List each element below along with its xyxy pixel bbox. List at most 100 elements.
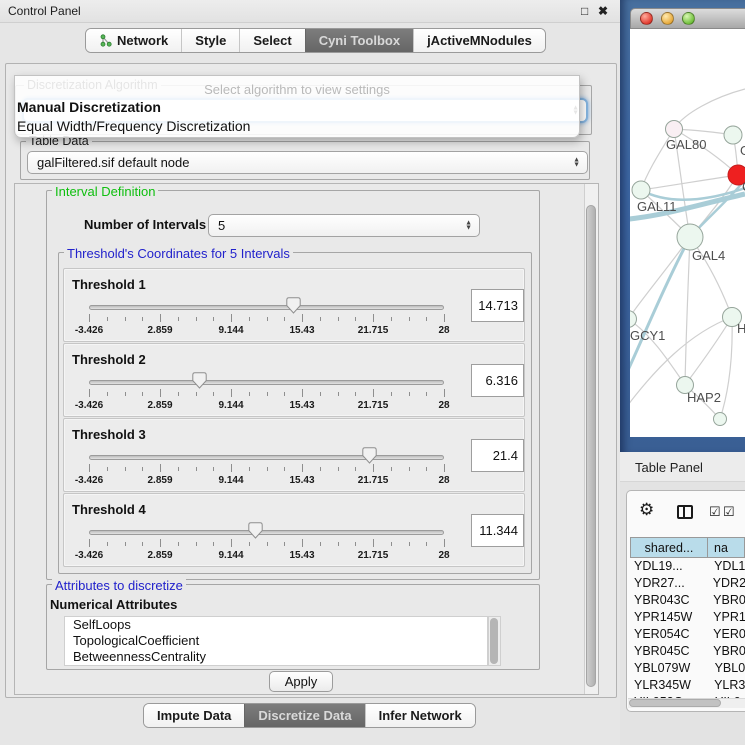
number-of-intervals-select[interactable]: 5 xyxy=(208,214,480,237)
control-panel-titlebar xyxy=(0,0,620,23)
threshold-value-field[interactable]: 14.713 xyxy=(471,289,524,322)
network-edge[interactable] xyxy=(641,175,738,190)
attribute-list-item[interactable]: BetweennessCentrality xyxy=(65,649,487,665)
table-row[interactable]: YPR145WYPR1 xyxy=(630,609,745,626)
table-hscrollbar-thumb[interactable] xyxy=(629,699,721,707)
window-maximize-icon[interactable] xyxy=(682,12,695,25)
table-row[interactable]: YBR043CYBR0 xyxy=(630,592,745,609)
network-edge[interactable] xyxy=(685,317,732,385)
attribute-list-item[interactable]: TopologicalCoefficient xyxy=(65,633,487,649)
slider-track[interactable] xyxy=(89,305,444,310)
table-data-select[interactable]: galFiltered.sif default node xyxy=(27,151,588,174)
node-label: GAL11 xyxy=(637,199,677,214)
tab-discretize-data[interactable]: Discretize Data xyxy=(244,704,364,727)
table-cell-name: YDL1 xyxy=(707,558,745,575)
tick-mark xyxy=(107,392,108,396)
slider-track[interactable] xyxy=(89,455,444,460)
network-node-gal80[interactable] xyxy=(666,121,683,138)
apply-button[interactable]: Apply xyxy=(269,671,333,692)
attribute-list-item[interactable]: SelfLoops xyxy=(65,617,487,633)
table-cell-shared-name: YBL079W xyxy=(630,660,708,677)
tick-mark xyxy=(196,317,197,321)
float-window-icon[interactable]: □ xyxy=(581,4,588,18)
network-edge[interactable] xyxy=(674,89,745,129)
window-minimize-icon[interactable] xyxy=(661,12,674,25)
split-panel-icon-divider xyxy=(683,505,685,519)
table-row[interactable]: YLR345WYLR3 xyxy=(630,677,745,694)
network-edge[interactable] xyxy=(630,237,690,383)
attributes-group-title: Attributes to discretize xyxy=(52,578,186,593)
select-columns-icon[interactable]: ☑ xyxy=(709,504,721,520)
tick-mark xyxy=(426,317,427,321)
slider-thumb[interactable] xyxy=(286,297,301,314)
tick-mark xyxy=(107,467,108,471)
scale-label: 2.859 xyxy=(147,475,172,486)
split-panel-icon[interactable] xyxy=(677,505,693,519)
table-row[interactable]: YBL079WYBL0 xyxy=(630,660,745,677)
tick-mark xyxy=(284,392,285,396)
algorithm-option-manual[interactable]: Manual Discretization xyxy=(17,99,579,116)
tick-mark xyxy=(373,539,374,547)
network-node-ga[interactable] xyxy=(724,126,742,144)
tick-mark xyxy=(89,464,90,472)
tab-impute-data[interactable]: Impute Data xyxy=(144,704,244,727)
tab-select[interactable]: Select xyxy=(239,29,304,52)
table-row[interactable]: YDL19...YDL1 xyxy=(630,558,745,575)
network-view-canvas[interactable]: GAL80GACGAL11GAL4GCY1HHAP2 xyxy=(630,29,745,437)
settings-scrollbar-thumb[interactable] xyxy=(586,205,596,687)
column-header-name[interactable]: na xyxy=(707,537,745,558)
tick-mark xyxy=(267,467,268,471)
network-icon xyxy=(99,34,112,47)
attributes-scrollbar-thumb[interactable] xyxy=(490,618,498,664)
gear-icon[interactable]: ⚙ xyxy=(639,500,654,520)
slider-thumb[interactable] xyxy=(362,447,377,464)
close-panel-icon[interactable]: ✖ xyxy=(598,4,608,18)
slider-track[interactable] xyxy=(89,530,444,535)
tick-mark xyxy=(444,539,445,547)
tick-mark xyxy=(302,539,303,547)
network-edge[interactable] xyxy=(630,237,690,319)
scale-label: -3.426 xyxy=(75,400,103,411)
tab-network[interactable]: Network xyxy=(86,29,181,52)
table-row[interactable]: YBR045CYBR0 xyxy=(630,643,745,660)
threshold-value-field[interactable]: 6.316 xyxy=(471,364,524,397)
network-edge[interactable] xyxy=(685,237,690,385)
tick-mark xyxy=(160,539,161,547)
table-row[interactable]: YDR27...YDR2 xyxy=(630,575,745,592)
slider-thumb[interactable] xyxy=(192,372,207,389)
network-node-gal11[interactable] xyxy=(632,181,650,199)
tab-style[interactable]: Style xyxy=(181,29,239,52)
control-panel-tabbar: NetworkStyleSelectCyni ToolboxjActiveMNo… xyxy=(85,28,546,53)
window-close-icon[interactable] xyxy=(640,12,653,25)
tick-mark xyxy=(231,539,232,547)
tick-mark xyxy=(302,314,303,322)
numerical-attributes-list[interactable]: SelfLoopsTopologicalCoefficientBetweenne… xyxy=(64,616,488,666)
slider-track[interactable] xyxy=(89,380,444,385)
scale-label: 15.43 xyxy=(289,475,314,486)
slider-thumb[interactable] xyxy=(248,522,263,539)
tick-mark xyxy=(213,392,214,396)
tab-jactivemnodules[interactable]: jActiveMNodules xyxy=(413,29,545,52)
select-all-icon[interactable]: ☑ xyxy=(723,504,735,520)
slider-thumb-glyph xyxy=(248,522,263,539)
tick-mark xyxy=(267,392,268,396)
table-cell-shared-name: YER054C xyxy=(630,626,706,643)
combo-stepper-icon xyxy=(573,157,580,168)
table-rows: YDL19...YDL1YDR27...YDR2YBR043CYBR0YPR14… xyxy=(630,558,745,698)
table-cell-shared-name: YPR145W xyxy=(630,609,706,626)
network-node[interactable] xyxy=(714,413,727,426)
algorithm-option-equal-width[interactable]: Equal Width/Frequency Discretization xyxy=(17,118,579,135)
column-header-shared-name[interactable]: shared... xyxy=(630,537,708,558)
table-row[interactable]: YER054CYER0 xyxy=(630,626,745,643)
threshold-value-field[interactable]: 11.344 xyxy=(471,514,524,547)
table-data-select-value: galFiltered.sif default node xyxy=(37,155,189,170)
threshold-value-field[interactable]: 21.4 xyxy=(471,439,524,472)
tab-infer-network[interactable]: Infer Network xyxy=(365,704,475,727)
tab-cyni-toolbox[interactable]: Cyni Toolbox xyxy=(305,29,413,52)
tick-mark xyxy=(426,542,427,546)
network-node-gal4[interactable] xyxy=(677,224,703,250)
node-label: GAL4 xyxy=(692,248,725,263)
threshold-box: Threshold 4-3.4262.8599.14415.4321.71528… xyxy=(63,493,525,567)
scale-label: -3.426 xyxy=(75,475,103,486)
tick-mark xyxy=(196,392,197,396)
